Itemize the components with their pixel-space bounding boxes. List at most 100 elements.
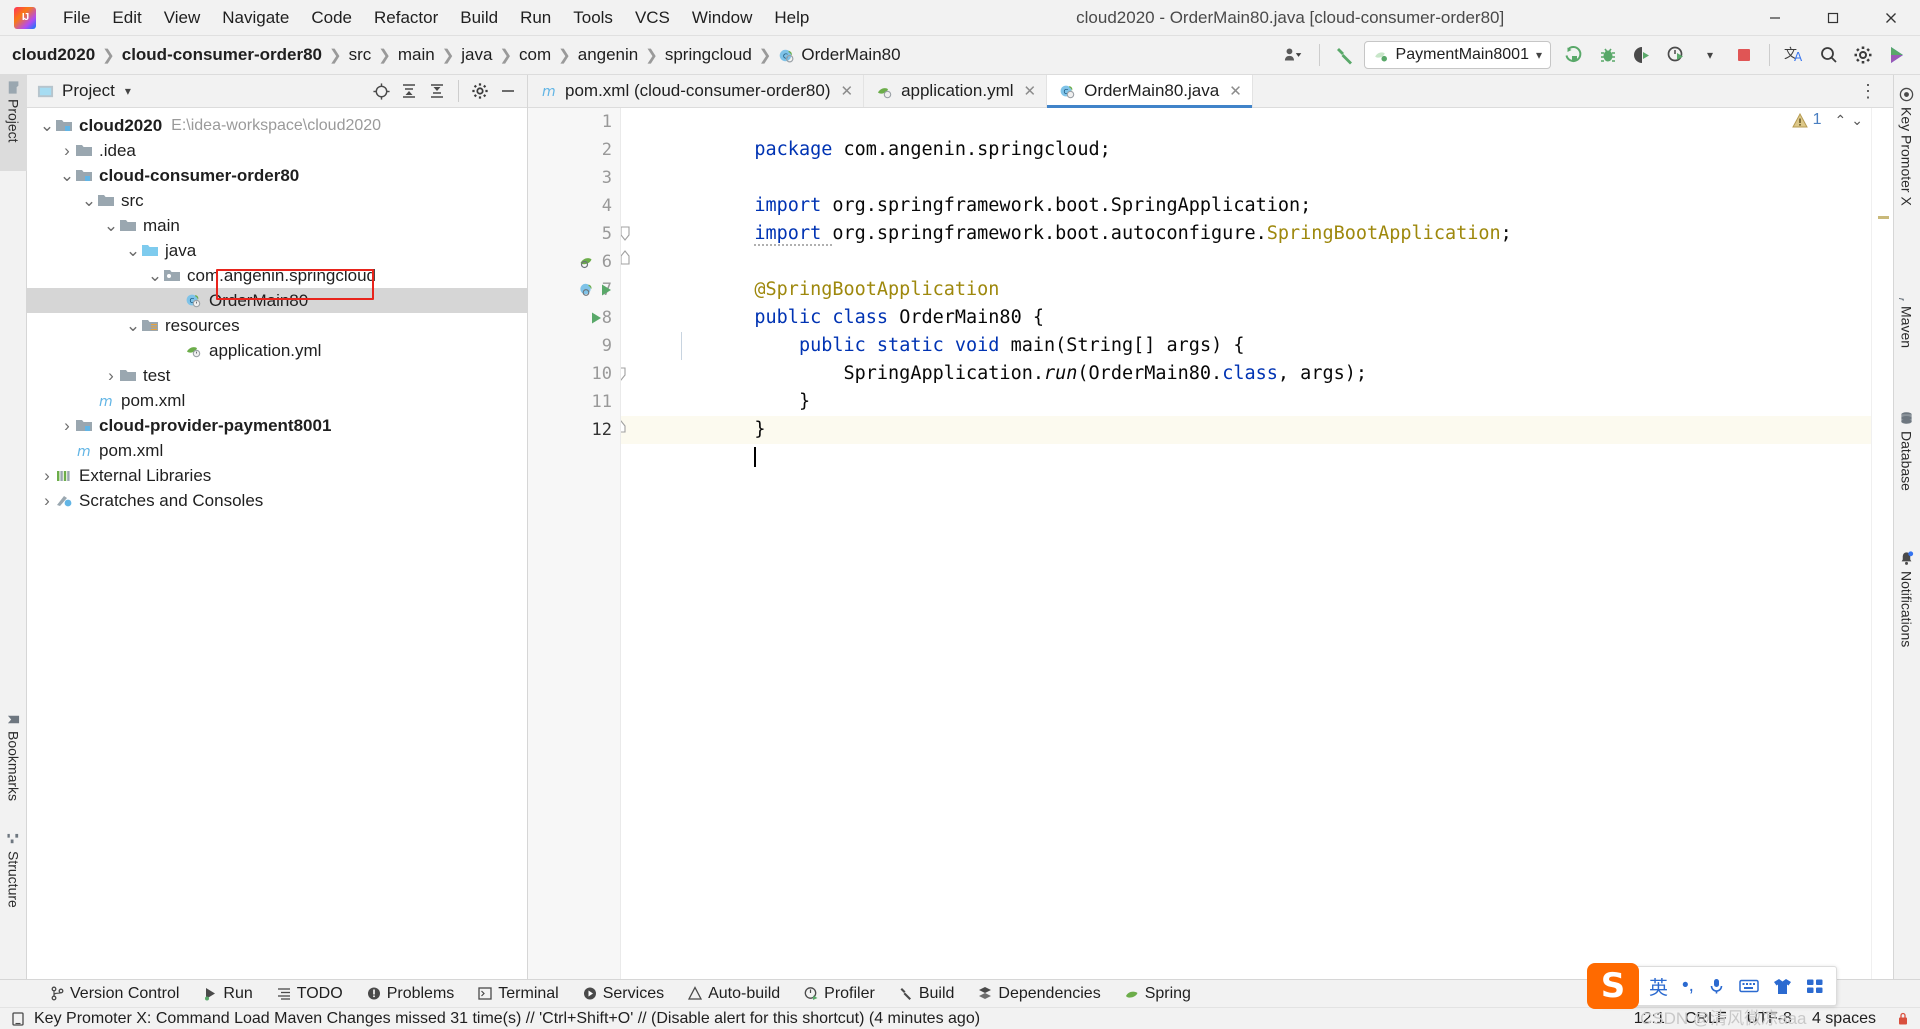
bottom-button-todo[interactable]: TODO bbox=[267, 982, 353, 1006]
close-button[interactable] bbox=[1862, 0, 1920, 36]
breadcrumb-item-ordermain80[interactable]: C OrderMain80 bbox=[778, 45, 901, 65]
inspection-widget[interactable]: 1 ⌃ ⌄ bbox=[1791, 111, 1863, 129]
mic-icon[interactable] bbox=[1708, 977, 1725, 995]
tree-item-resources[interactable]: ⌄ resources bbox=[27, 313, 527, 338]
ime-language-mode[interactable]: 英 bbox=[1649, 973, 1668, 1000]
gear-icon[interactable] bbox=[1848, 41, 1878, 69]
spring-bean-icon[interactable] bbox=[578, 281, 597, 299]
sidebar-item-database[interactable]: Database bbox=[1893, 405, 1920, 530]
tree-item-main[interactable]: ⌄ main bbox=[27, 213, 527, 238]
hammer-icon[interactable] bbox=[1330, 41, 1360, 69]
sogou-ime-toolbar[interactable]: S 英 •, bbox=[1587, 963, 1837, 1009]
profiler-icon[interactable] bbox=[1661, 41, 1691, 69]
menu-item-tools[interactable]: Tools bbox=[562, 3, 624, 33]
editor-tab-ordermain80-java[interactable]: C OrderMain80.java ✕ bbox=[1047, 75, 1253, 108]
chevron-down-icon[interactable]: ⌄ bbox=[39, 116, 55, 135]
chevron-down-icon[interactable]: ▾ bbox=[1536, 48, 1542, 62]
file-encoding[interactable]: UTF-8 bbox=[1747, 1010, 1792, 1028]
run-with-coverage-icon[interactable] bbox=[1627, 41, 1657, 69]
menu-item-code[interactable]: Code bbox=[300, 3, 363, 33]
run-icon[interactable] bbox=[1559, 41, 1589, 69]
menu-item-refactor[interactable]: Refactor bbox=[363, 3, 449, 33]
gear-icon[interactable] bbox=[467, 79, 493, 103]
tree-item-ordermain80[interactable]: › C OrderMain80 bbox=[27, 288, 527, 313]
chevron-right-icon[interactable]: › bbox=[59, 416, 75, 435]
sidebar-item-maven[interactable]: m Maven bbox=[1893, 280, 1920, 390]
menu-item-file[interactable]: File bbox=[52, 3, 101, 33]
editor-tab-application-yml[interactable]: application.yml ✕ bbox=[864, 75, 1048, 107]
close-icon[interactable]: ✕ bbox=[1024, 82, 1037, 100]
menu-bar[interactable]: File Edit View Navigate Code Refactor Bu… bbox=[52, 3, 820, 33]
tree-item-external-libraries[interactable]: › External Libraries bbox=[27, 463, 527, 488]
spring-bean-icon[interactable] bbox=[578, 253, 597, 271]
chevron-down-icon[interactable]: ⌄ bbox=[125, 241, 141, 260]
editor-gutter[interactable]: 1 2 3 4 5 6 7 bbox=[528, 108, 621, 979]
breadcrumb-item-cloud2020[interactable]: cloud2020 bbox=[12, 45, 95, 65]
tree-item-idea[interactable]: › .idea bbox=[27, 138, 527, 163]
tree-item-application-yml[interactable]: › application.yml bbox=[27, 338, 527, 363]
account-icon[interactable] bbox=[1279, 41, 1309, 69]
bottom-button-dependencies[interactable]: Dependencies bbox=[968, 982, 1110, 1006]
collapse-all-icon[interactable] bbox=[424, 79, 450, 103]
breadcrumb-item-com[interactable]: com bbox=[519, 45, 551, 65]
tree-item-java[interactable]: ⌄ java bbox=[27, 238, 527, 263]
menu-item-help[interactable]: Help bbox=[763, 3, 820, 33]
code-content[interactable]: package com.angenin.springcloud; import … bbox=[621, 108, 1893, 979]
breadcrumb-item-src[interactable]: src bbox=[349, 45, 372, 65]
bottom-button-auto-build[interactable]: Auto-build bbox=[678, 982, 790, 1006]
run-method-icon[interactable] bbox=[590, 311, 603, 325]
line-separator[interactable]: CRLF bbox=[1685, 1010, 1727, 1028]
breadcrumb-item-java[interactable]: java bbox=[461, 45, 492, 65]
updates-icon[interactable] bbox=[1882, 41, 1912, 69]
sidebar-item-project[interactable]: Project bbox=[0, 75, 27, 171]
more-tabs-icon[interactable]: ⋮ bbox=[1851, 81, 1885, 102]
menu-item-vcs[interactable]: VCS bbox=[624, 3, 681, 33]
chevron-down-icon[interactable]: ⌄ bbox=[59, 166, 75, 185]
lock-icon[interactable] bbox=[1896, 1011, 1910, 1027]
menu-item-navigate[interactable]: Navigate bbox=[211, 3, 300, 33]
bottom-button-profiler[interactable]: Profiler bbox=[794, 982, 885, 1006]
sogou-logo-icon[interactable]: S bbox=[1587, 963, 1639, 1009]
breadcrumb-item-main[interactable]: main bbox=[398, 45, 435, 65]
editor-tab-pom-xml[interactable]: m pom.xml (cloud-consumer-order80) ✕ bbox=[528, 75, 865, 107]
editor-marker-strip[interactable] bbox=[1871, 108, 1893, 979]
bottom-button-run[interactable]: Run bbox=[193, 982, 262, 1006]
skin-icon[interactable] bbox=[1773, 978, 1792, 995]
close-icon[interactable]: ✕ bbox=[1229, 82, 1242, 100]
fold-region-end-icon[interactable] bbox=[621, 364, 749, 490]
search-icon[interactable] bbox=[1814, 41, 1844, 69]
translate-icon[interactable]: 文A bbox=[1780, 41, 1810, 69]
hide-panel-icon[interactable] bbox=[495, 79, 521, 103]
menu-item-build[interactable]: Build bbox=[449, 3, 509, 33]
caret-position[interactable]: 12:1 bbox=[1634, 1010, 1665, 1028]
debug-icon[interactable] bbox=[1593, 41, 1623, 69]
bottom-button-services[interactable]: Services bbox=[573, 982, 674, 1006]
sidebar-item-bookmarks[interactable]: Bookmarks bbox=[0, 707, 27, 819]
breadcrumb-item-springcloud[interactable]: springcloud bbox=[665, 45, 752, 65]
sidebar-item-notifications[interactable]: Notifications bbox=[1893, 545, 1920, 695]
bottom-button-spring[interactable]: Spring bbox=[1115, 982, 1201, 1006]
menu-item-run[interactable]: Run bbox=[509, 3, 562, 33]
apps-icon[interactable] bbox=[1806, 978, 1824, 995]
bottom-button-terminal[interactable]: Terminal bbox=[468, 982, 568, 1006]
chevron-right-icon[interactable]: › bbox=[59, 141, 75, 160]
chevron-down-icon[interactable]: ▾ bbox=[125, 84, 131, 98]
tree-item-test[interactable]: › test bbox=[27, 363, 527, 388]
tree-item-scratches-and-consoles[interactable]: › Scratches and Consoles bbox=[27, 488, 527, 513]
tree-item-cloud-provider-payment8001[interactable]: › cloud-provider-payment8001 bbox=[27, 413, 527, 438]
close-icon[interactable]: ✕ bbox=[840, 82, 853, 100]
bottom-button-problems[interactable]: Problems bbox=[357, 982, 465, 1006]
indent-setting[interactable]: 4 spaces bbox=[1812, 1010, 1876, 1028]
run-configuration-selector[interactable]: PaymentMain8001 ▾ bbox=[1363, 41, 1551, 69]
stop-icon[interactable] bbox=[1729, 41, 1759, 69]
tree-item-package-com-angenin-springcloud[interactable]: ⌄ com.angenin.springcloud bbox=[27, 263, 527, 288]
code-editor[interactable]: 1 2 3 4 5 6 7 bbox=[528, 108, 1893, 979]
menu-item-edit[interactable]: Edit bbox=[101, 3, 152, 33]
tree-item-cloud2020[interactable]: ⌄ cloud2020 E:\idea-workspace\cloud2020 bbox=[27, 113, 527, 138]
status-message-area[interactable]: Key Promoter X: Command Load Maven Chang… bbox=[10, 1010, 980, 1028]
tree-item-pom-xml-root[interactable]: › m pom.xml bbox=[27, 438, 527, 463]
chevron-down-icon[interactable]: ⌄ bbox=[103, 216, 119, 235]
sidebar-item-key-promoter-x[interactable]: Key Promoter X bbox=[1893, 81, 1920, 271]
select-opened-file-icon[interactable] bbox=[368, 79, 394, 103]
chevron-right-icon[interactable]: › bbox=[103, 366, 119, 385]
